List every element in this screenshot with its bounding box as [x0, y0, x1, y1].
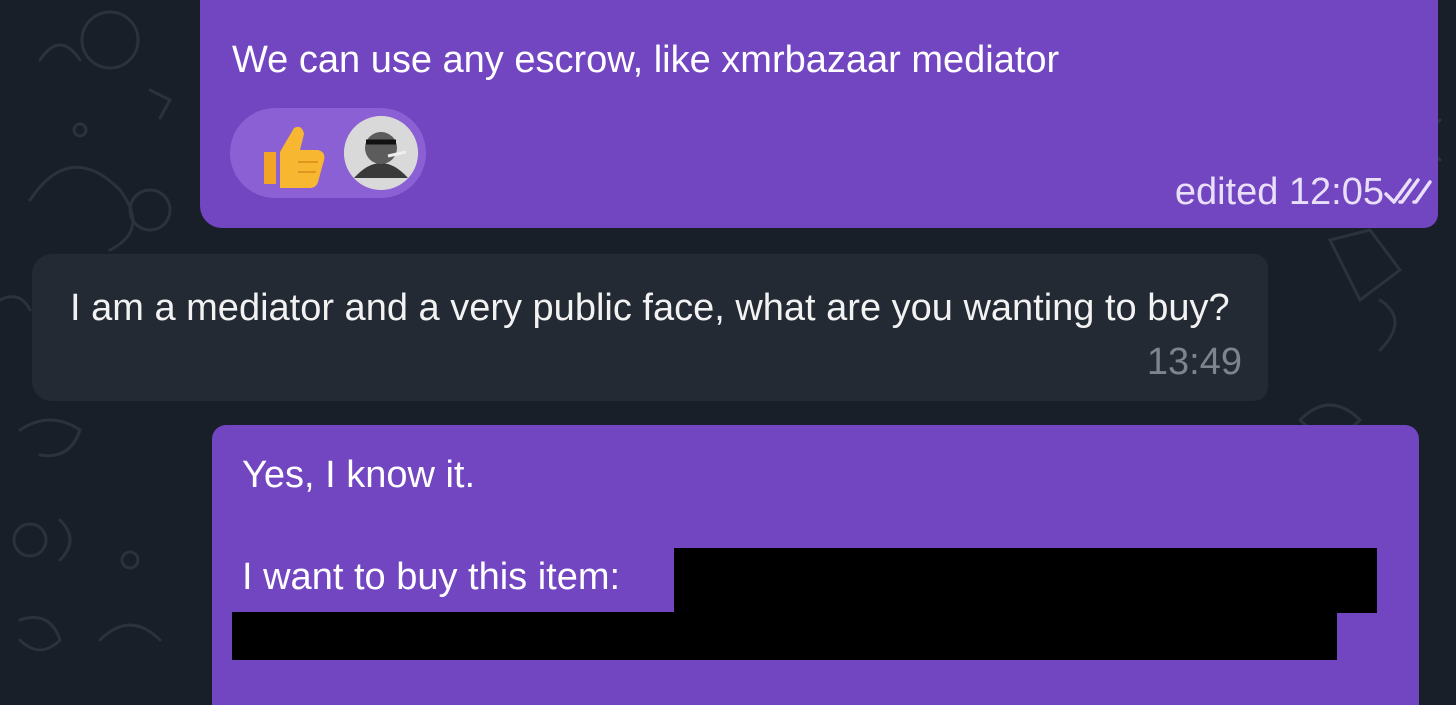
message-text: We can use any escrow, like xmrbazaar me… — [232, 39, 1060, 81]
redaction-block — [674, 548, 1377, 613]
message-text: I am a mediator and a very public face, … — [70, 287, 1230, 329]
double-check-icon — [1384, 178, 1432, 204]
incoming-message[interactable]: I am a mediator and a very public face, … — [32, 254, 1268, 401]
reaction-pill[interactable] — [230, 108, 426, 198]
thumbs-up-icon — [264, 126, 325, 188]
outgoing-message[interactable]: Yes, I know it. I want to buy this item: — [212, 425, 1419, 705]
reactor-avatar — [344, 116, 418, 190]
message-text-line: I want to buy this item: — [242, 556, 621, 598]
message-text-line: Yes, I know it. — [242, 454, 476, 496]
message-edited-time: edited 12:05 — [1174, 171, 1384, 213]
message-time: 13:49 — [1146, 341, 1242, 383]
outgoing-message[interactable]: We can use any escrow, like xmrbazaar me… — [200, 0, 1438, 228]
redaction-block — [232, 612, 1337, 660]
